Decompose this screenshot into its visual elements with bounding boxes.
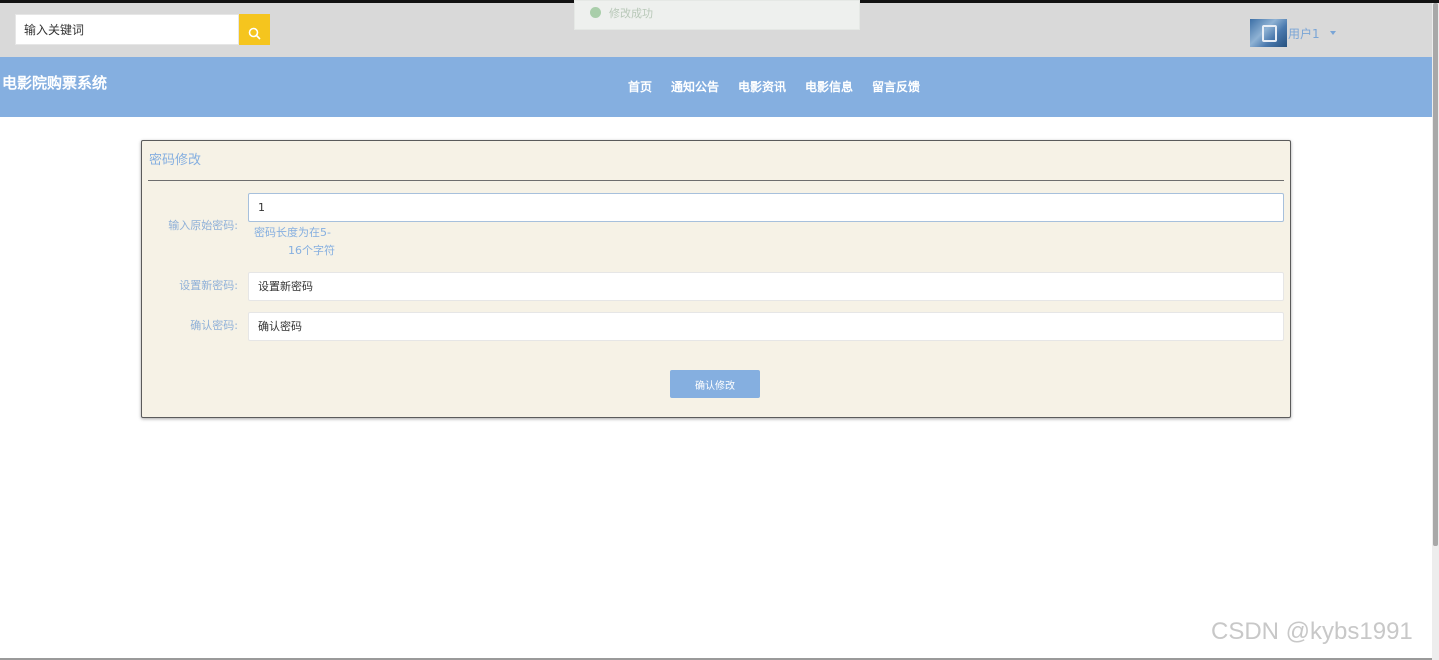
- navbar: 电影院购票系统 首页 通知公告 电影资讯 电影信息 留言反馈: [0, 57, 1439, 117]
- username[interactable]: 用户1: [1288, 25, 1320, 42]
- old-password-input[interactable]: [248, 193, 1284, 222]
- site-title: 电影院购票系统: [2, 74, 108, 92]
- panel-divider: [148, 180, 1284, 181]
- success-toast: 修改成功: [574, 0, 860, 30]
- hint-line-1: 密码长度为在5-: [254, 226, 331, 239]
- search-input[interactable]: [15, 14, 239, 45]
- password-length-hint: 密码长度为在5- 16个字符: [254, 224, 335, 260]
- toast-message: 修改成功: [609, 7, 653, 20]
- avatar[interactable]: [1250, 19, 1287, 47]
- search-icon: [248, 27, 261, 40]
- watermark: CSDN @kybs1991: [1211, 618, 1413, 645]
- old-password-label: 输入原始密码:: [168, 219, 238, 232]
- nav-item-feedback[interactable]: 留言反馈: [872, 78, 920, 95]
- search-button[interactable]: [239, 14, 270, 45]
- confirm-password-input[interactable]: [248, 312, 1284, 341]
- nav-item-home[interactable]: 首页: [628, 78, 652, 95]
- caret-down-icon[interactable]: [1330, 31, 1336, 35]
- nav-item-movie-news[interactable]: 电影资讯: [738, 78, 786, 95]
- confirm-change-button[interactable]: 确认修改: [670, 370, 760, 398]
- panel-title: 密码修改: [149, 153, 202, 168]
- check-circle-icon: [590, 7, 601, 18]
- password-change-panel: 密码修改 输入原始密码: 密码长度为在5- 16个字符 设置新密码: 确认密码:…: [141, 140, 1291, 418]
- nav-item-notices[interactable]: 通知公告: [671, 78, 719, 95]
- new-password-input[interactable]: [248, 272, 1284, 301]
- hint-line-2: 16个字符: [288, 244, 335, 257]
- new-password-label: 设置新密码:: [179, 279, 238, 292]
- scrollbar-thumb[interactable]: [1433, 3, 1438, 546]
- nav-item-movie-info[interactable]: 电影信息: [805, 78, 853, 95]
- confirm-password-label: 确认密码:: [190, 319, 238, 332]
